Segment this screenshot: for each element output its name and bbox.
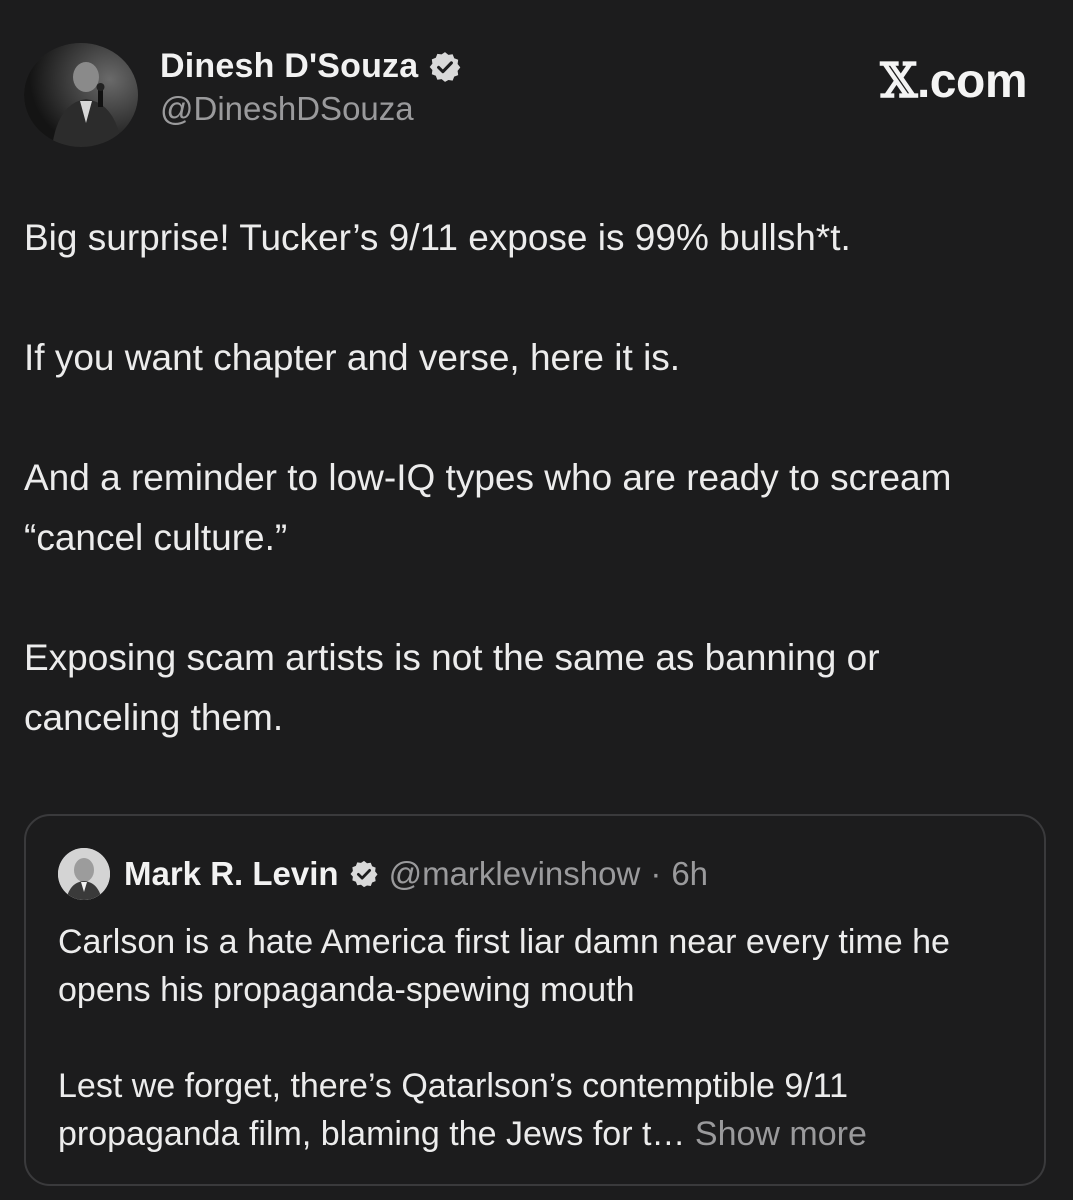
verified-badge-icon xyxy=(428,50,462,84)
quoted-author-avatar[interactable] xyxy=(58,848,110,900)
site-watermark: 𝕏.com xyxy=(880,53,1027,109)
x-logo-icon: 𝕏 xyxy=(880,53,917,109)
site-domain: .com xyxy=(916,55,1028,108)
tweet-paragraph: Exposing scam artists is not the same as… xyxy=(24,637,880,738)
separator-dot: · xyxy=(650,855,662,892)
tweet-paragraph: Big surprise! Tucker’s 9/11 expose is 99… xyxy=(24,217,851,258)
tweet-header: Dinesh D'Souza @DineshDSouza 𝕏.com xyxy=(24,43,1033,147)
author-handle[interactable]: @DineshDSouza xyxy=(160,90,462,128)
quoted-tweet-paragraph-truncated: Lest we forget, there’s Qatarlson’s cont… xyxy=(58,1062,1018,1158)
quoted-tweet-card[interactable]: Mark R. Levin @marklevinshow · 6h Carlso… xyxy=(24,814,1046,1186)
author-identity: Dinesh D'Souza @DineshDSouza xyxy=(160,47,462,128)
tweet-paragraph: If you want chapter and verse, here it i… xyxy=(24,337,681,378)
quoted-author-handle[interactable]: @marklevinshow xyxy=(389,855,641,893)
show-more-link[interactable]: Show more xyxy=(695,1115,867,1153)
verified-badge-icon xyxy=(349,859,379,889)
quoted-author-name[interactable]: Mark R. Levin xyxy=(124,855,339,893)
quoted-tweet-timestamp[interactable]: 6h xyxy=(671,855,708,893)
tweet-text: Big surprise! Tucker’s 9/11 expose is 99… xyxy=(24,208,1044,748)
author-avatar[interactable] xyxy=(24,43,138,147)
quoted-tweet-text: Carlson is a hate America first liar dam… xyxy=(58,918,1018,1158)
quoted-tweet-header: Mark R. Levin @marklevinshow · 6h xyxy=(58,848,708,900)
quoted-tweet-paragraph: Carlson is a hate America first liar dam… xyxy=(58,923,950,1009)
tweet-paragraph: And a reminder to low-IQ types who are r… xyxy=(24,457,952,558)
author-display-name[interactable]: Dinesh D'Souza xyxy=(160,47,418,86)
